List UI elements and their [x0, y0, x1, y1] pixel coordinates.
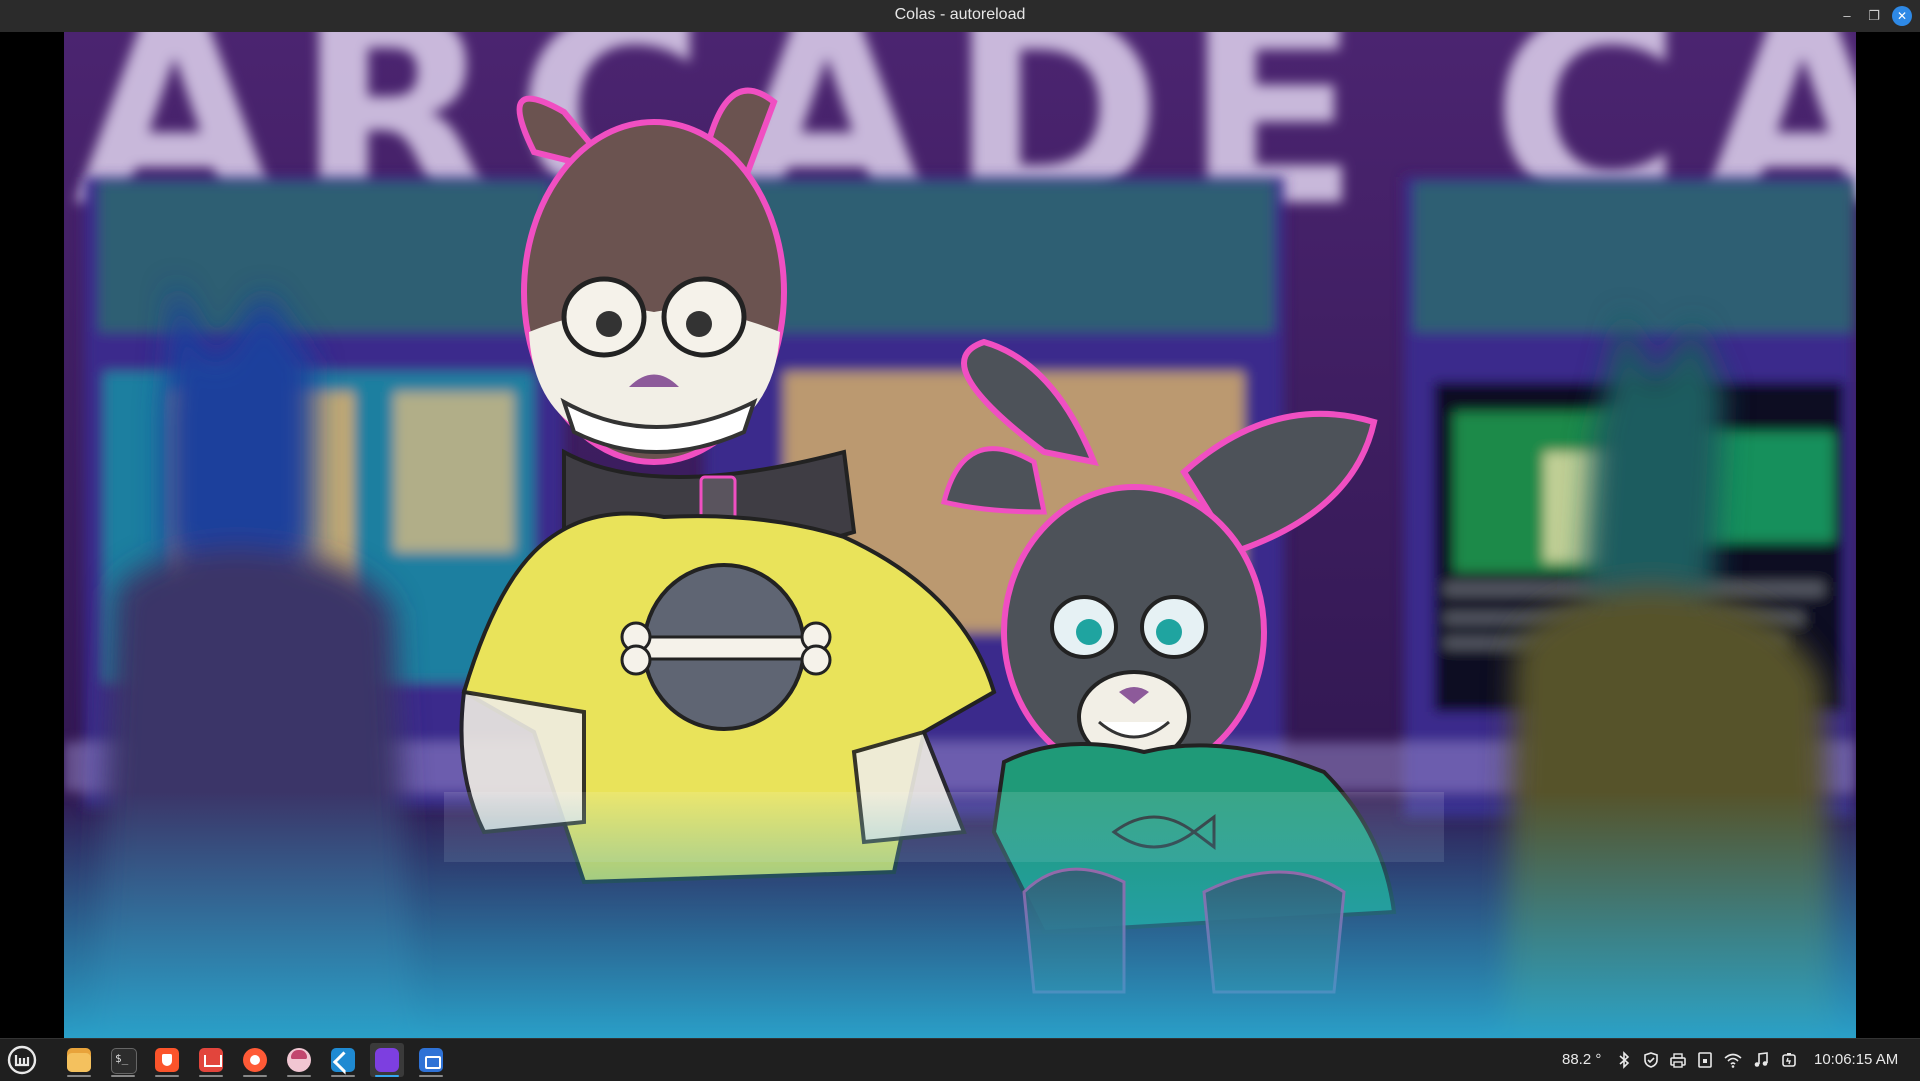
linux-mint-menu-icon[interactable] — [6, 1044, 38, 1076]
screenshot-app-icon[interactable] — [414, 1043, 448, 1077]
window-title: Colas - autoreload — [894, 6, 1026, 23]
shield-icon[interactable] — [1642, 1051, 1660, 1069]
game-scene[interactable]: ARCADE CAL — [64, 32, 1856, 1038]
close-button[interactable]: ✕ — [1892, 6, 1912, 26]
files-app-icon[interactable] — [62, 1043, 96, 1077]
scene-illustration: ARCADE CAL — [64, 32, 1856, 1038]
git-client-app-icon[interactable] — [194, 1043, 228, 1077]
colas-app-icon[interactable] — [370, 1043, 404, 1077]
printer-icon[interactable] — [1669, 1051, 1687, 1069]
character-app-icon[interactable] — [282, 1043, 316, 1077]
window-content: ARCADE CAL — [0, 32, 1920, 1038]
clock[interactable]: 10:06:15 AM — [1814, 1039, 1898, 1081]
taskbar: $_ 88.2 ° 10:06:15 AM — [0, 1038, 1920, 1081]
maximize-button[interactable]: ❐ — [1864, 6, 1884, 26]
terminal-app-icon[interactable]: $_ — [106, 1043, 140, 1077]
removable-drive-icon[interactable] — [1696, 1051, 1714, 1069]
window-titlebar[interactable]: Colas - autoreload – ❐ ✕ — [0, 0, 1920, 33]
firefox-dev-app-icon[interactable] — [238, 1043, 272, 1077]
minimize-button[interactable]: – — [1837, 6, 1857, 26]
vscode-app-icon[interactable] — [326, 1043, 360, 1077]
brave-browser-app-icon[interactable] — [150, 1043, 184, 1077]
music-icon[interactable] — [1752, 1051, 1770, 1069]
battery-icon[interactable] — [1780, 1051, 1798, 1069]
wifi-icon[interactable] — [1724, 1051, 1742, 1069]
bluetooth-icon[interactable] — [1615, 1051, 1633, 1069]
temperature-readout[interactable]: 88.2 ° — [1562, 1039, 1601, 1081]
